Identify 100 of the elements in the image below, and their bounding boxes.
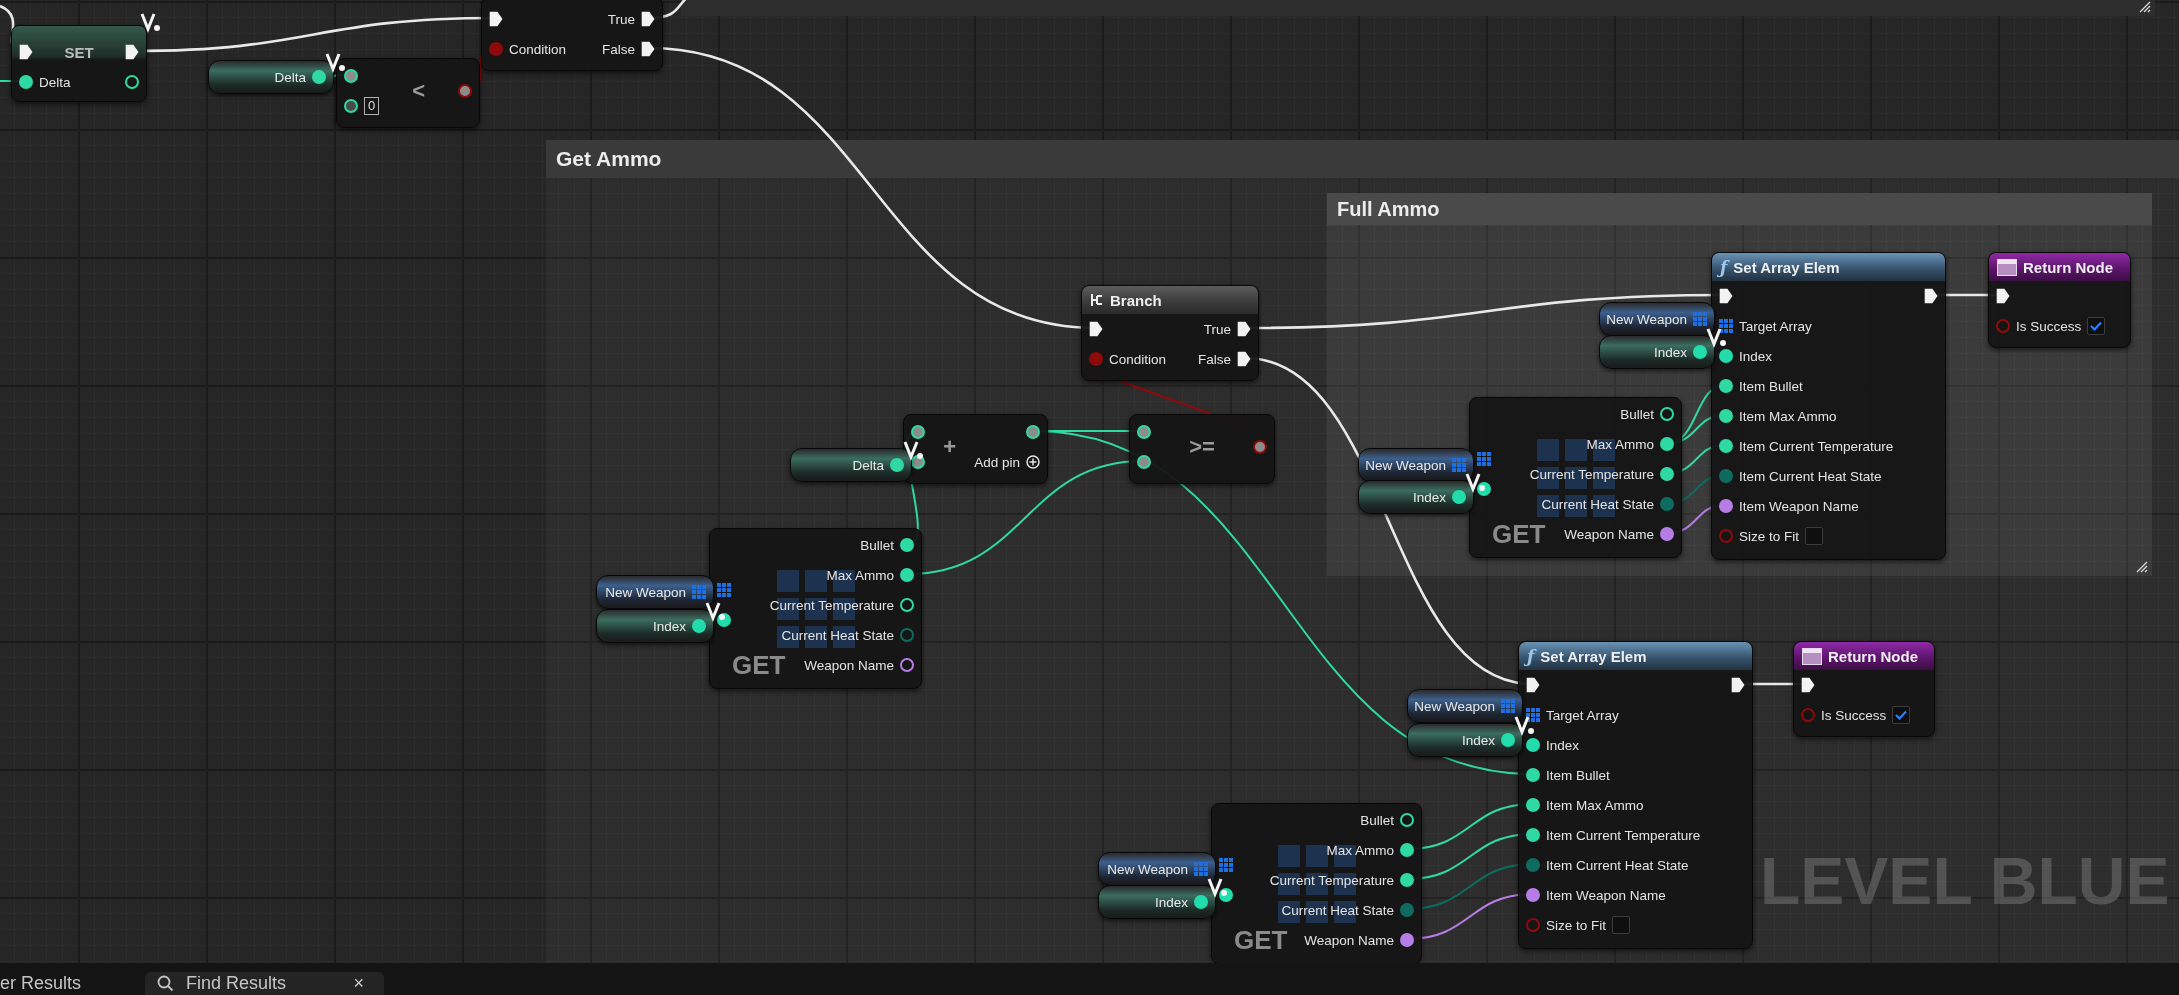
- data-pin[interactable]: [900, 568, 914, 582]
- data-pin[interactable]: [1526, 888, 1540, 902]
- close-button[interactable]: ×: [353, 973, 365, 994]
- checkbox[interactable]: [1805, 527, 1824, 545]
- data-pin[interactable]: [1194, 895, 1208, 909]
- exec-pin[interactable]: [125, 44, 139, 60]
- data-pin[interactable]: [1719, 439, 1733, 453]
- pin-label: False: [602, 41, 635, 57]
- checkbox[interactable]: [1892, 706, 1911, 724]
- pin-label: Item Bullet: [1546, 767, 1610, 783]
- data-pin[interactable]: [1719, 409, 1733, 423]
- data-pin[interactable]: [125, 75, 139, 89]
- variable-node[interactable]: New Weapon: [1098, 852, 1216, 886]
- exec-pin[interactable]: [641, 11, 655, 27]
- get-node[interactable]: GET Bullet Max Ammo Current Temperature Current Heat State Weapon Name: [709, 528, 922, 689]
- data-pin[interactable]: [1660, 467, 1674, 481]
- data-pin[interactable]: [19, 75, 33, 89]
- pin-label: Item Weapon Name: [1739, 498, 1859, 514]
- data-pin[interactable]: [1719, 379, 1733, 393]
- pin-label: Index: [1546, 737, 1580, 753]
- variable-node[interactable]: Index: [1599, 335, 1715, 369]
- exec-pin[interactable]: [489, 11, 503, 27]
- data-pin[interactable]: [344, 69, 358, 83]
- data-pin[interactable]: [900, 598, 914, 612]
- pin-label: Size to Fit: [1739, 528, 1800, 544]
- data-pin[interactable]: [1400, 813, 1414, 827]
- variable-node[interactable]: New Weapon: [1599, 302, 1715, 336]
- exec-pin[interactable]: [1526, 677, 1540, 693]
- variable-node[interactable]: Delta: [208, 60, 334, 94]
- variable-node[interactable]: Index: [1098, 885, 1216, 919]
- data-pin[interactable]: [1660, 527, 1674, 541]
- variable-node[interactable]: Delta: [790, 448, 912, 482]
- pin-label: Weapon Name: [804, 657, 894, 673]
- resize-handle-icon[interactable]: [2137, 0, 2151, 13]
- data-pin[interactable]: [1526, 768, 1540, 782]
- operator-node[interactable]: >=: [1129, 414, 1275, 484]
- data-pin[interactable]: [1452, 490, 1466, 504]
- function-node[interactable]: ƒ Set Array Elem Target Array Index Item Bullet Item Max Ammo Item Current Temperature Item Current Heat State Item Weapon Name Size to Fit: [1518, 641, 1753, 949]
- exec-pin[interactable]: [641, 41, 655, 57]
- tab[interactable]: Find Results ×: [145, 972, 385, 995]
- variable-node[interactable]: New Weapon: [1358, 448, 1474, 482]
- exec-pin[interactable]: [19, 44, 33, 60]
- exec-pin[interactable]: [1237, 321, 1251, 337]
- data-pin[interactable]: [1719, 499, 1733, 513]
- data-pin[interactable]: [1026, 425, 1040, 439]
- data-pin[interactable]: [911, 425, 925, 439]
- data-pin[interactable]: [1719, 349, 1733, 363]
- function-node[interactable]: ƒ Set Array Elem Target Array Index Item Bullet Item Max Ammo Item Current Temperature Item Current Heat State Item Weapon Name Size to Fit: [1711, 252, 1946, 560]
- exec-pin[interactable]: [1996, 288, 2010, 304]
- data-pin[interactable]: [1660, 437, 1674, 451]
- variable-node[interactable]: Index: [1358, 480, 1474, 514]
- data-pin[interactable]: [692, 619, 706, 633]
- data-pin[interactable]: [312, 70, 326, 84]
- operator-symbol: <: [412, 78, 426, 104]
- operator-node[interactable]: 0 <: [336, 58, 480, 128]
- data-pin[interactable]: [900, 538, 914, 552]
- checkbox[interactable]: [1612, 916, 1631, 934]
- data-pin[interactable]: [900, 658, 914, 672]
- data-pin[interactable]: [1526, 828, 1540, 842]
- pin-label: Condition: [509, 41, 567, 57]
- exec-pin[interactable]: [1237, 351, 1251, 367]
- data-pin[interactable]: [1400, 933, 1414, 947]
- exec-pin[interactable]: [1719, 288, 1733, 304]
- data-pin[interactable]: [344, 99, 358, 113]
- exec-pin[interactable]: [1801, 677, 1815, 693]
- data-pin[interactable]: [1400, 873, 1414, 887]
- data-pin[interactable]: [1137, 455, 1151, 469]
- variable-node[interactable]: New Weapon: [1407, 689, 1523, 723]
- exec-pin[interactable]: [1731, 677, 1745, 693]
- checkbox[interactable]: [2087, 317, 2106, 335]
- data-pin[interactable]: [1526, 738, 1540, 752]
- branch-node[interactable]: True Condition False: [481, 0, 663, 71]
- data-pin[interactable]: [1526, 798, 1540, 812]
- add-pin-button[interactable]: Add pin: [974, 454, 1040, 470]
- default-value-field[interactable]: 0: [364, 97, 380, 115]
- data-pin[interactable]: [1693, 345, 1707, 359]
- return-node[interactable]: Return Node Is Success: [1793, 641, 1935, 737]
- data-pin[interactable]: [1501, 733, 1515, 747]
- pin-label: Bullet: [1620, 406, 1654, 422]
- data-pin[interactable]: [1137, 425, 1151, 439]
- branch-node[interactable]: Branch True Condition False: [1081, 285, 1259, 381]
- exec-pin[interactable]: [1089, 321, 1103, 337]
- data-pin[interactable]: [890, 458, 904, 472]
- exec-pin[interactable]: [1924, 288, 1938, 304]
- get-node[interactable]: GET Bullet Max Ammo Current Temperature Current Heat State Weapon Name: [1469, 397, 1682, 558]
- get-node[interactable]: GET Bullet Max Ammo Current Temperature Current Heat State Weapon Name: [1211, 803, 1422, 963]
- data-pin[interactable]: [1400, 843, 1414, 857]
- variable-node[interactable]: Index: [596, 609, 714, 643]
- array-pin[interactable]: [1719, 319, 1733, 333]
- data-pin[interactable]: [1660, 407, 1674, 421]
- set-node[interactable]: SET Delta: [11, 25, 147, 102]
- operator-node[interactable]: + Add pin: [903, 414, 1048, 484]
- array-pin[interactable]: [1526, 708, 1540, 722]
- variable-node[interactable]: New Weapon: [596, 575, 714, 609]
- return-node[interactable]: Return Node Is Success: [1988, 252, 2131, 348]
- pin-label: Bullet: [860, 537, 894, 553]
- pin-label: Current Temperature: [769, 597, 894, 613]
- tab[interactable]: er Results: [0, 972, 92, 995]
- variable-node[interactable]: Index: [1407, 723, 1523, 757]
- resize-handle-icon[interactable]: [2134, 559, 2148, 573]
